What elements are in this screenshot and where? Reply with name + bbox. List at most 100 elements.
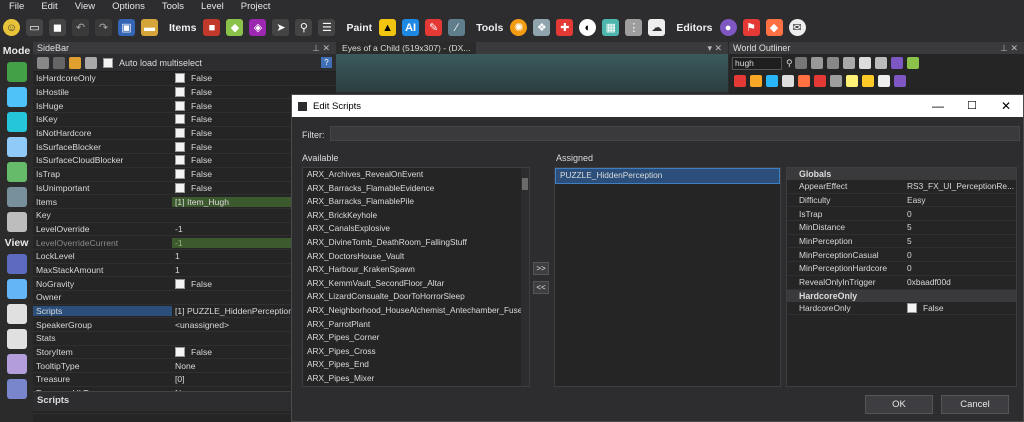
- filter-light-icon[interactable]: [846, 75, 858, 87]
- filter-red-icon[interactable]: [734, 75, 746, 87]
- menu-view[interactable]: View: [66, 1, 103, 12]
- video-icon[interactable]: ◼: [49, 19, 66, 36]
- outliner-tool-8-icon[interactable]: [906, 57, 919, 69]
- outliner-tool-7-icon[interactable]: [890, 57, 903, 69]
- pointer-icon[interactable]: ➤: [272, 19, 290, 36]
- global-value[interactable]: RS3_FX_UI_PerceptionRe...: [904, 181, 1016, 191]
- outliner-pin-close-icons[interactable]: ⊥ ✕: [1000, 43, 1018, 54]
- chat-icon[interactable]: ✉: [788, 19, 806, 36]
- property-checkbox[interactable]: [175, 155, 185, 166]
- view-c-icon[interactable]: [6, 354, 27, 374]
- available-scrollbar[interactable]: [521, 168, 529, 386]
- viewport-panel[interactable]: Eyes of a Child (519x307) - (DX... ▾ ✕: [336, 42, 728, 92]
- menu-edit[interactable]: Edit: [32, 1, 65, 12]
- global-value[interactable]: Easy: [904, 195, 1016, 205]
- ai-icon[interactable]: AI: [402, 19, 420, 36]
- group-icon[interactable]: ❖: [533, 19, 551, 36]
- global-value[interactable]: 0: [904, 263, 1016, 273]
- hardcore-header[interactable]: HardcoreOnly: [787, 289, 1016, 302]
- tab-menu-icon[interactable]: ▾ ✕: [707, 43, 722, 54]
- outliner-tool-6-icon[interactable]: [874, 57, 887, 69]
- help-icon[interactable]: ?: [321, 57, 332, 68]
- property-row[interactable]: IsHardcoreOnly False: [33, 72, 336, 86]
- filter-box-icon[interactable]: [750, 75, 762, 87]
- filter-shield-icon[interactable]: [782, 75, 794, 87]
- gem-icon[interactable]: ◈: [249, 19, 267, 36]
- menu-level[interactable]: Level: [192, 1, 232, 12]
- scene-view[interactable]: [336, 54, 728, 92]
- auto-load-checkbox[interactable]: [103, 57, 113, 68]
- view-d-icon[interactable]: [6, 379, 27, 399]
- global-value[interactable]: 5: [904, 236, 1016, 246]
- item-icon[interactable]: ■: [203, 19, 221, 36]
- available-script-item[interactable]: ARX_Pipes_Corner: [303, 331, 529, 345]
- move-mode-icon[interactable]: [6, 87, 27, 107]
- ok-button[interactable]: OK: [865, 395, 933, 414]
- orb-icon[interactable]: ●: [719, 19, 737, 36]
- global-value[interactable]: 0xbaadf00d: [904, 277, 1016, 287]
- filter-text-icon[interactable]: [878, 75, 890, 87]
- health-icon[interactable]: ✚: [556, 19, 574, 36]
- filter-gem-icon[interactable]: [766, 75, 778, 87]
- grid-icon[interactable]: ▦: [602, 19, 620, 36]
- outliner-tool-1-icon[interactable]: [794, 57, 807, 69]
- menu-project[interactable]: Project: [232, 1, 279, 12]
- stats-icon[interactable]: ⋮: [625, 19, 643, 36]
- property-checkbox[interactable]: [175, 141, 185, 152]
- global-row[interactable]: MinPerceptionHardcore 0: [787, 262, 1016, 276]
- hardcore-checkbox[interactable]: [907, 302, 917, 313]
- terrain-icon[interactable]: ▲: [379, 19, 397, 36]
- contrast-icon[interactable]: ◐: [579, 19, 597, 36]
- global-value[interactable]: 0: [904, 209, 1016, 219]
- filter-trap-icon[interactable]: [798, 75, 810, 87]
- assigned-list[interactable]: PUZZLE_HiddenPerception: [554, 167, 781, 387]
- folder-icon[interactable]: ▬: [141, 19, 158, 36]
- global-value[interactable]: 5: [904, 222, 1016, 232]
- view-b-icon[interactable]: [6, 329, 27, 349]
- remove-script-button[interactable]: <<: [533, 281, 549, 294]
- brush-icon[interactable]: ✎: [425, 19, 443, 36]
- property-checkbox[interactable]: [175, 128, 185, 139]
- property-checkbox[interactable]: [175, 114, 185, 125]
- grid-view-icon[interactable]: [37, 56, 49, 69]
- frame-mode-icon[interactable]: [6, 187, 27, 207]
- assigned-script-item[interactable]: PUZZLE_HiddenPerception: [555, 168, 780, 184]
- available-script-item[interactable]: ARX_ParrotPlant: [303, 318, 529, 332]
- property-checkbox[interactable]: [175, 347, 185, 358]
- filter-purple-icon[interactable]: [894, 75, 906, 87]
- sort-icon[interactable]: [53, 56, 65, 69]
- property-checkbox[interactable]: [175, 169, 185, 180]
- available-script-item[interactable]: ARX_KemmVault_SecondFloor_Altar: [303, 277, 529, 291]
- view-front-icon[interactable]: [6, 254, 27, 274]
- viewport-tab[interactable]: Eyes of a Child (519x307) - (DX...: [336, 42, 477, 54]
- available-script-item[interactable]: ARX_BrickKeyhole: [303, 209, 529, 223]
- page-icon[interactable]: [85, 56, 97, 69]
- close-icon[interactable]: ✕: [989, 99, 1023, 113]
- property-checkbox[interactable]: [175, 182, 185, 193]
- pin-close-icons[interactable]: ⊥ ✕: [312, 43, 330, 54]
- globals-header[interactable]: Globals: [787, 168, 1016, 180]
- available-script-item[interactable]: ARX_Harbour_KrakenSpawn: [303, 263, 529, 277]
- category-icon[interactable]: [69, 56, 81, 69]
- gizmo-mode-icon[interactable]: [6, 212, 27, 232]
- global-value[interactable]: 0: [904, 250, 1016, 260]
- property-checkbox[interactable]: [175, 87, 185, 98]
- global-row[interactable]: MinDistance 5: [787, 221, 1016, 235]
- outliner-eye-icon[interactable]: [858, 57, 871, 69]
- available-script-item[interactable]: ARX_Pipes_Mixer: [303, 372, 529, 386]
- select-mode-icon[interactable]: [6, 62, 27, 82]
- search-icon[interactable]: ⚲: [295, 19, 313, 36]
- camera-icon[interactable]: ▭: [26, 19, 43, 36]
- outliner-search-input[interactable]: [732, 56, 782, 70]
- outliner-search-icon[interactable]: ⚲: [786, 58, 793, 69]
- available-script-item[interactable]: ARX_DoctorsHouse_Vault: [303, 250, 529, 264]
- global-row[interactable]: RevealOnlyInTrigger 0xbaadf00d: [787, 276, 1016, 290]
- global-row[interactable]: IsTrap 0: [787, 207, 1016, 222]
- menu-tools[interactable]: Tools: [153, 1, 192, 12]
- filter-input[interactable]: [330, 126, 1020, 141]
- view-a-icon[interactable]: [6, 304, 27, 324]
- undo-icon[interactable]: ↶: [72, 19, 89, 36]
- global-row[interactable]: MinPerception 5: [787, 235, 1016, 249]
- available-script-item[interactable]: ARX_DivineTomb_DeathRoom_FallingStuff: [303, 236, 529, 250]
- available-script-item[interactable]: ARX_CanalsExplosive: [303, 222, 529, 236]
